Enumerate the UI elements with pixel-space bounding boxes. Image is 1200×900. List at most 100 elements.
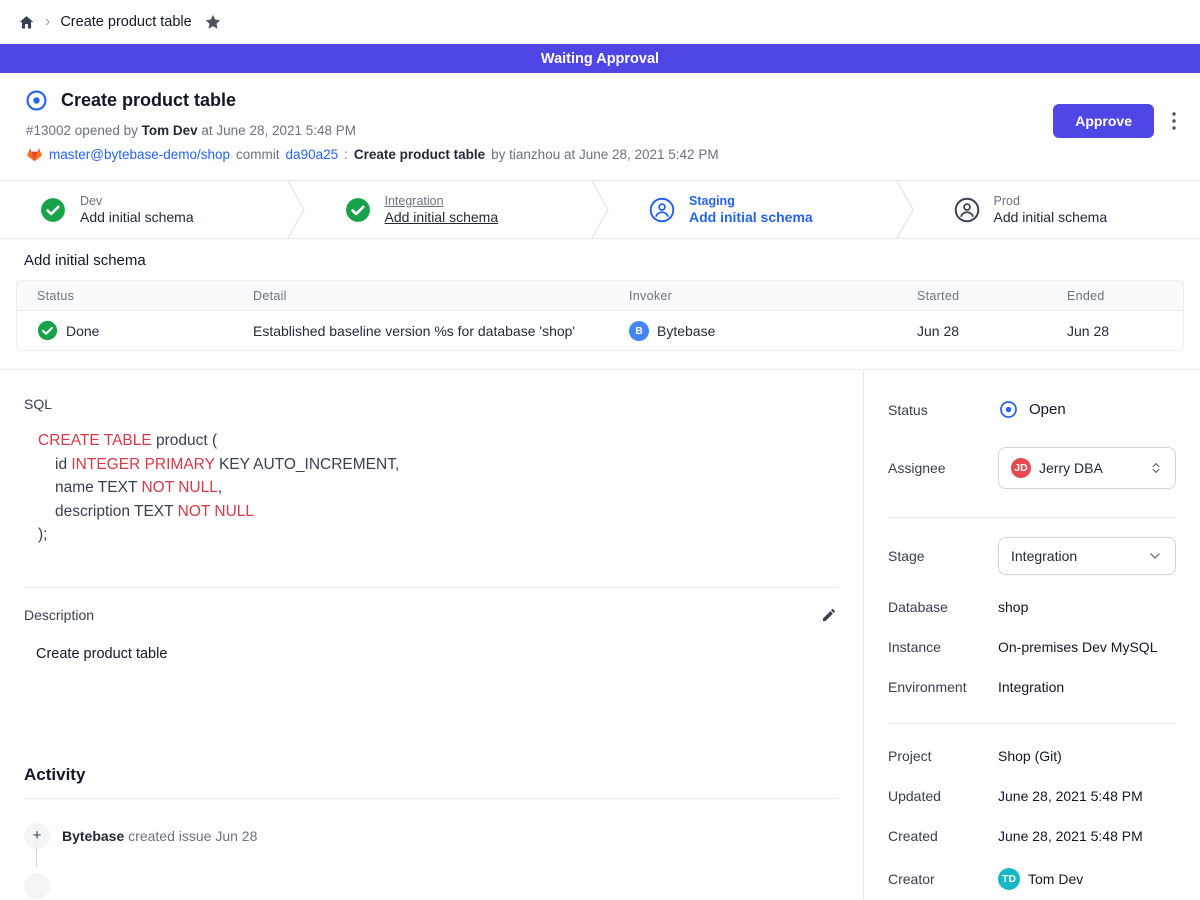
creator-name: Tom Dev — [1028, 871, 1083, 887]
task-status-text: Done — [66, 323, 99, 339]
pipeline-stage-integration[interactable]: Integration Add initial schema — [305, 181, 592, 238]
sidebar-row-project: Project Shop (Git) — [888, 748, 1176, 764]
database-label: Database — [888, 599, 998, 615]
stage-separator — [896, 181, 914, 238]
sidebar-row-assignee: Assignee JD Jerry DBA — [888, 447, 1176, 489]
sql-line: description TEXT NOT NULL — [38, 500, 839, 524]
person-circle-icon — [649, 197, 675, 223]
sql-text: ); — [38, 526, 47, 543]
open-status-icon — [998, 399, 1019, 420]
assignee-value: Jerry DBA — [1039, 460, 1141, 476]
check-circle-icon — [40, 197, 66, 223]
divider — [888, 723, 1176, 724]
environment-value: Integration — [998, 679, 1064, 695]
sql-text: description TEXT — [55, 503, 178, 520]
unfold-icon — [1149, 461, 1163, 475]
creator-label: Creator — [888, 871, 998, 887]
pipeline-stage-staging[interactable]: Staging Add initial schema — [609, 181, 896, 238]
status-label: Status — [888, 402, 998, 418]
sql-text: name TEXT — [55, 479, 141, 496]
updated-label: Updated — [888, 788, 998, 804]
commit-meta: by tianzhou at June 28, 2021 5:42 PM — [491, 147, 718, 162]
task-table-header: Status Detail Invoker Started Ended — [17, 281, 1183, 311]
sql-text: , — [218, 479, 222, 496]
task-table: Status Detail Invoker Started Ended Done… — [16, 280, 1184, 351]
sql-keyword: INTEGER PRIMARY — [71, 456, 214, 473]
commit-line: master@bytebase-demo/shop commit da90a25… — [26, 146, 1176, 163]
environment-label: Environment — [888, 679, 998, 695]
person-circle-icon — [954, 197, 980, 223]
created-label: Created — [888, 828, 998, 844]
sql-text: KEY AUTO_INCREMENT, — [215, 456, 400, 473]
plus-icon[interactable]: + — [24, 823, 50, 849]
assignee-select[interactable]: JD Jerry DBA — [998, 447, 1176, 489]
commit-colon: : — [344, 147, 348, 162]
description-label: Description — [24, 607, 94, 623]
issue-meta: #13002 opened by Tom Dev at June 28, 202… — [26, 123, 1176, 138]
timeline-connector — [36, 847, 37, 867]
creator-avatar: TD — [998, 868, 1020, 890]
commit-word: commit — [236, 147, 280, 162]
status-banner: Waiting Approval — [0, 44, 1200, 73]
sidebar-row-environment: Environment Integration — [888, 679, 1176, 695]
task-started-date: Jun 28 — [897, 323, 1047, 339]
issue-open-icon — [24, 88, 49, 113]
instance-label: Instance — [888, 639, 998, 655]
sql-text: id — [55, 456, 71, 473]
issue-opened-at: at June 28, 2021 5:48 PM — [201, 123, 356, 138]
sql-line: CREATE TABLE product ( — [38, 429, 839, 453]
activity-action: created issue Jun 28 — [128, 828, 257, 844]
sidebar-row-status: Status Open — [888, 399, 1176, 420]
table-row[interactable]: Done Established baseline version %s for… — [17, 311, 1183, 350]
issue-sidebar: Status Open Assignee JD Jerry DBA Stage — [864, 370, 1200, 900]
updated-value: June 28, 2021 5:48 PM — [998, 788, 1143, 804]
chevron-right-icon: › — [45, 14, 50, 30]
sidebar-row-database: Database shop — [888, 599, 1176, 615]
stage-env-label: Prod — [994, 194, 1108, 208]
check-circle-icon — [345, 197, 371, 223]
activity-actor: Bytebase — [62, 828, 124, 844]
edit-pencil-icon[interactable] — [819, 605, 839, 625]
stage-env-label: Staging — [689, 194, 813, 208]
column-header-ended: Ended — [1047, 289, 1183, 303]
activity-heading: Activity — [24, 765, 839, 785]
instance-value: On-premises Dev MySQL — [998, 639, 1157, 655]
star-icon[interactable] — [204, 13, 222, 31]
stage-task-label: Add initial schema — [994, 209, 1108, 225]
branch-link[interactable]: master@bytebase-demo/shop — [49, 147, 230, 162]
stage-select[interactable]: Integration — [998, 537, 1176, 575]
column-header-started: Started — [897, 289, 1047, 303]
commit-hash-link[interactable]: da90a25 — [286, 147, 339, 162]
sql-keyword: CREATE TABLE — [38, 432, 152, 449]
stage-separator — [591, 181, 609, 238]
description-content: Create product table — [24, 646, 839, 662]
created-value: June 28, 2021 5:48 PM — [998, 828, 1143, 844]
stage-value: Integration — [1011, 548, 1139, 564]
issue-author: Tom Dev — [142, 123, 198, 138]
activity-entry: + Bytebase created issue Jun 28 — [24, 823, 839, 849]
home-icon[interactable] — [18, 14, 35, 31]
stage-task-label: Add initial schema — [80, 209, 194, 225]
more-options-icon[interactable] — [1170, 110, 1178, 132]
column-header-status: Status — [17, 289, 233, 303]
check-circle-icon — [37, 320, 58, 341]
pipeline-stage-dev[interactable]: Dev Add initial schema — [0, 181, 287, 238]
column-header-detail: Detail — [233, 289, 609, 303]
issue-id-text: #13002 opened by — [26, 123, 138, 138]
stage-label: Stage — [888, 548, 998, 564]
status-text: Open — [1029, 401, 1066, 418]
timeline-next-dot — [24, 873, 50, 899]
breadcrumb-title[interactable]: Create product table — [60, 14, 191, 30]
task-ended-date: Jun 28 — [1047, 323, 1183, 339]
approve-button[interactable]: Approve — [1053, 104, 1154, 138]
sql-line: name TEXT NOT NULL, — [38, 476, 839, 500]
task-section: Add initial schema Status Detail Invoker… — [0, 239, 1200, 370]
project-label: Project — [888, 748, 998, 764]
pipeline-stage-prod[interactable]: Prod Add initial schema — [914, 181, 1200, 238]
pipeline: Dev Add initial schema Integration Add i… — [0, 180, 1200, 239]
database-value: shop — [998, 599, 1028, 615]
status-banner-text: Waiting Approval — [541, 51, 659, 67]
sql-code-block: CREATE TABLE product ( id INTEGER PRIMAR… — [38, 429, 839, 547]
sql-section-label: SQL — [24, 396, 839, 412]
gitlab-icon — [26, 146, 43, 163]
